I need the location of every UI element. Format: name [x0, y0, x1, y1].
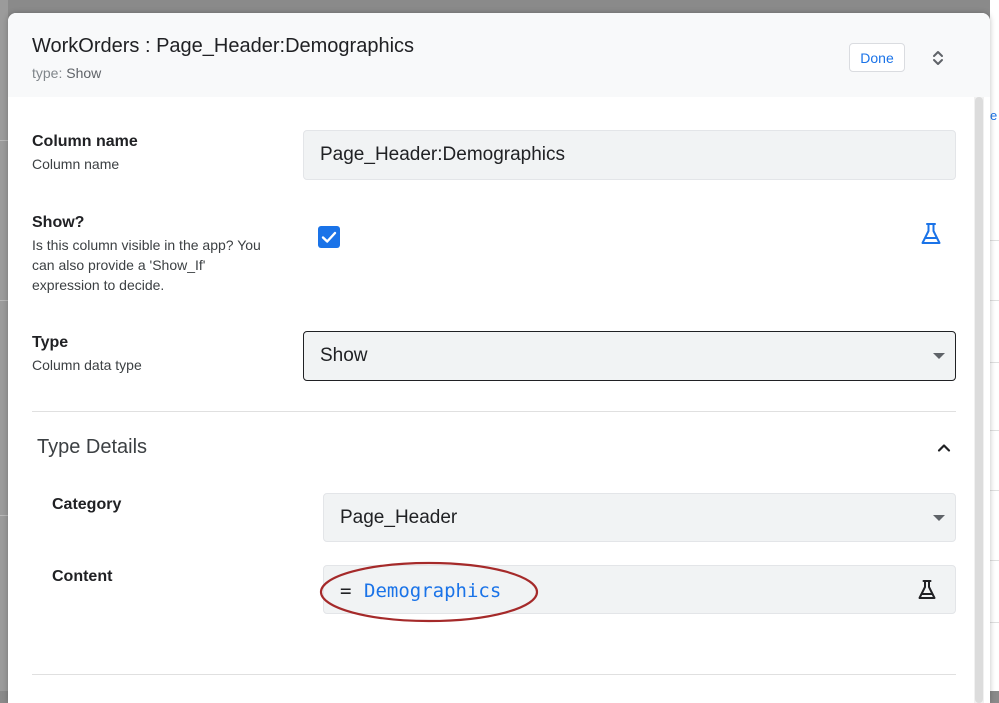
column-name-help: Column name [32, 156, 120, 172]
type-key: type: [32, 65, 63, 81]
expression-value: Demographics [364, 580, 502, 602]
show-formula-flask-icon[interactable] [918, 221, 944, 247]
dialog-subtitle: type: Show [32, 65, 101, 81]
background-link-fragment: e [990, 108, 998, 123]
show-help: Is this column visible in the app? You c… [32, 237, 261, 293]
content-label: Content [52, 568, 113, 585]
type-value: Show [66, 65, 102, 81]
unfold-more-icon[interactable] [926, 46, 950, 70]
check-icon [321, 231, 337, 243]
background-app-right: e [990, 0, 999, 691]
column-editor-dialog: WorkOrders : Page_Header:Demographics ty… [8, 13, 990, 703]
column-name-label: Column name [32, 133, 138, 150]
type-caret-down-icon [933, 353, 945, 359]
category-select-value: Page_Header [340, 506, 458, 528]
type-select[interactable]: Show [303, 331, 956, 381]
background-app-left [0, 0, 8, 691]
show-checkbox[interactable] [318, 226, 340, 248]
divider [32, 411, 956, 412]
dialog-header: WorkOrders : Page_Header:Demographics ty… [8, 13, 990, 97]
scrollbar-thumb[interactable] [975, 97, 983, 703]
category-select[interactable]: Page_Header [323, 493, 956, 542]
divider-bottom [32, 674, 956, 675]
type-details-title: Type Details [37, 436, 148, 458]
expression-operator: = [340, 580, 352, 602]
show-label: Show? [32, 214, 85, 231]
column-name-input[interactable]: Page_Header:Demographics [303, 130, 956, 180]
type-select-value: Show [320, 345, 368, 366]
content-formula-flask-icon[interactable] [915, 578, 939, 602]
category-label: Category [52, 496, 122, 513]
type-label: Type [32, 334, 69, 351]
category-caret-down-icon [933, 515, 945, 521]
type-help: Column data type [32, 357, 142, 373]
done-button[interactable]: Done [849, 43, 905, 72]
dialog-title: WorkOrders : Page_Header:Demographics [32, 35, 415, 57]
chevron-up-icon[interactable] [934, 438, 954, 458]
vertical-scrollbar[interactable] [974, 97, 984, 703]
